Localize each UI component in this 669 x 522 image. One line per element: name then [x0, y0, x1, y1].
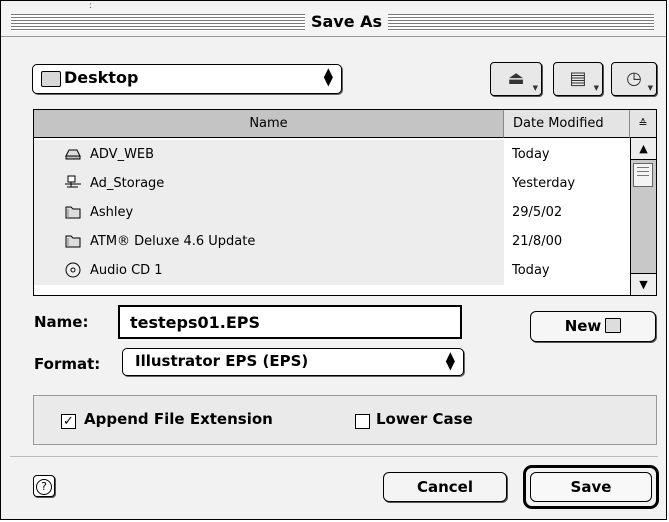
format-selected: Illustrator EPS (EPS): [135, 352, 309, 370]
scroll-down-arrow-icon[interactable]: ▼: [631, 273, 656, 295]
list-item[interactable]: ADV_WEB Today: [34, 140, 630, 169]
drive-icon: ⏏: [507, 68, 525, 89]
file-name: Audio CD 1: [90, 263, 163, 278]
drive-button[interactable]: ⏏ ▼: [490, 62, 542, 96]
format-label: Format:: [34, 355, 101, 373]
new-folder-button[interactable]: New: [530, 311, 656, 342]
column-header-date[interactable]: Date Modified: [504, 110, 630, 138]
file-date: Today: [512, 263, 550, 278]
default-button-ring: Save: [523, 465, 659, 509]
separator: [10, 456, 658, 457]
list-item[interactable]: Ad_Storage Yesterday: [34, 169, 630, 198]
lower-case-label[interactable]: Lower Case: [376, 410, 473, 428]
favorites-button[interactable]: ▤ ▼: [553, 62, 603, 96]
vertical-scrollbar[interactable]: ▲ ▼: [630, 138, 656, 295]
popup-arrows-icon: ▲ ▼: [323, 65, 333, 88]
new-folder-icon: [605, 318, 622, 333]
location-label: Desktop: [64, 68, 139, 87]
cd-icon: [65, 262, 81, 278]
list-item[interactable]: Audio CD 1 Today: [34, 256, 630, 285]
desktop-icon: [41, 71, 61, 87]
list-item[interactable]: ATM® Deluxe 4.6 Update 21/8/00: [34, 227, 630, 256]
title-stripes-left: [11, 14, 305, 31]
recent-items-button[interactable]: ◷ ▼: [611, 62, 657, 96]
list-item[interactable]: Ashley 29/5/02: [34, 198, 630, 227]
sort-order-button[interactable]: ≙: [630, 110, 656, 138]
append-extension-label[interactable]: Append File Extension: [84, 410, 273, 428]
help-button[interactable]: ?: [33, 475, 55, 497]
file-date: 29/5/02: [512, 205, 563, 220]
column-header-name[interactable]: Name: [34, 110, 504, 138]
folder-icon: [65, 206, 81, 219]
title-stripes-right: [388, 14, 654, 31]
file-date: Yesterday: [512, 176, 576, 191]
folder-icon: [65, 235, 81, 248]
menu-triangle-icon: ▼: [532, 84, 538, 92]
file-name: Ashley: [90, 205, 134, 220]
file-name-input[interactable]: [118, 305, 462, 339]
location-popup[interactable]: Desktop ▲ ▼: [32, 64, 342, 94]
scroll-thumb[interactable]: [633, 163, 653, 187]
format-popup[interactable]: Illustrator EPS (EPS) ▲ ▼: [122, 348, 464, 376]
new-folder-label: New: [564, 317, 602, 335]
menu-triangle-icon: ▼: [647, 84, 653, 92]
name-label: Name:: [34, 313, 89, 331]
save-button[interactable]: Save: [530, 472, 652, 502]
menu-triangle-icon: ▼: [593, 84, 599, 92]
file-date: 21/8/00: [512, 234, 563, 249]
clock-icon: ◷: [626, 68, 642, 89]
scroll-up-arrow-icon[interactable]: ▲: [631, 138, 656, 160]
file-list[interactable]: Name Date Modified ≙ ADV_WEB Today Ad_St…: [33, 109, 657, 296]
hard-drive-icon: [65, 149, 81, 160]
file-name: ATM® Deluxe 4.6 Update: [90, 234, 256, 249]
append-extension-checkbox[interactable]: ✓: [61, 414, 76, 429]
help-icon: ?: [36, 479, 52, 495]
cancel-button[interactable]: Cancel: [383, 472, 507, 502]
file-name: ADV_WEB: [90, 147, 155, 162]
title-bar[interactable]: Save As: [1, 9, 666, 37]
file-date: Today: [512, 147, 550, 162]
network-volume-icon: [65, 175, 81, 188]
popup-arrows-icon: ▲ ▼: [445, 349, 455, 372]
favorites-icon: ▤: [569, 68, 587, 89]
lower-case-checkbox[interactable]: [355, 414, 370, 429]
window-title: Save As: [310, 12, 383, 31]
file-name: Ad_Storage: [90, 176, 165, 191]
